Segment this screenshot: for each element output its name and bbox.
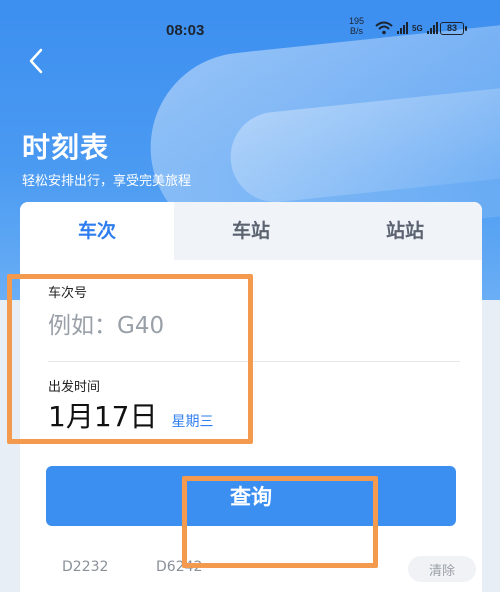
clear-history-button[interactable]: 清除 [408,556,476,582]
divider [48,361,460,362]
signal-icon [397,22,408,34]
tab-station-to-station[interactable]: 站站 [328,202,482,260]
back-button[interactable] [28,48,58,78]
search-history: D2232 D6242 清除 [62,556,476,582]
page-subtitle: 轻松安排出行，享受完美旅程 [22,174,192,189]
status-icons: 5G [375,21,438,35]
search-card: 车次 车站 站站 车次号 出发时间 1月17日 星期三 查询 D2232 D62… [20,202,482,592]
history-item[interactable]: D6242 [156,559,202,575]
network-speed-value: 195 [349,16,365,26]
page-title: 时刻表 [22,131,110,164]
chevron-left-icon [29,48,43,74]
network-speed: 195 B/s [349,16,364,36]
signal-icon-2 [426,22,438,34]
departure-date-label: 出发时间 [48,380,101,395]
train-number-label: 车次号 [48,286,88,301]
battery-icon: 83 [440,22,467,35]
departure-date-picker[interactable]: 1月17日 星期三 [48,395,213,435]
tab-bar: 车次 车站 站站 [20,202,482,260]
query-button[interactable]: 查询 [46,466,456,526]
history-item[interactable]: D2232 [62,559,108,575]
wifi-icon [375,21,393,35]
tab-train-number[interactable]: 车次 [20,202,174,260]
status-bar: 08:03 195 B/s 5G 83 [0,0,500,40]
status-time: 08:03 [166,22,205,39]
network-speed-unit: B/s [350,26,364,36]
train-number-input[interactable] [48,308,448,344]
departure-date-value: 1月17日 [48,400,158,433]
network-type: 5G [412,23,423,33]
tab-station[interactable]: 车站 [174,202,328,260]
weekday-label: 星期三 [171,414,214,430]
